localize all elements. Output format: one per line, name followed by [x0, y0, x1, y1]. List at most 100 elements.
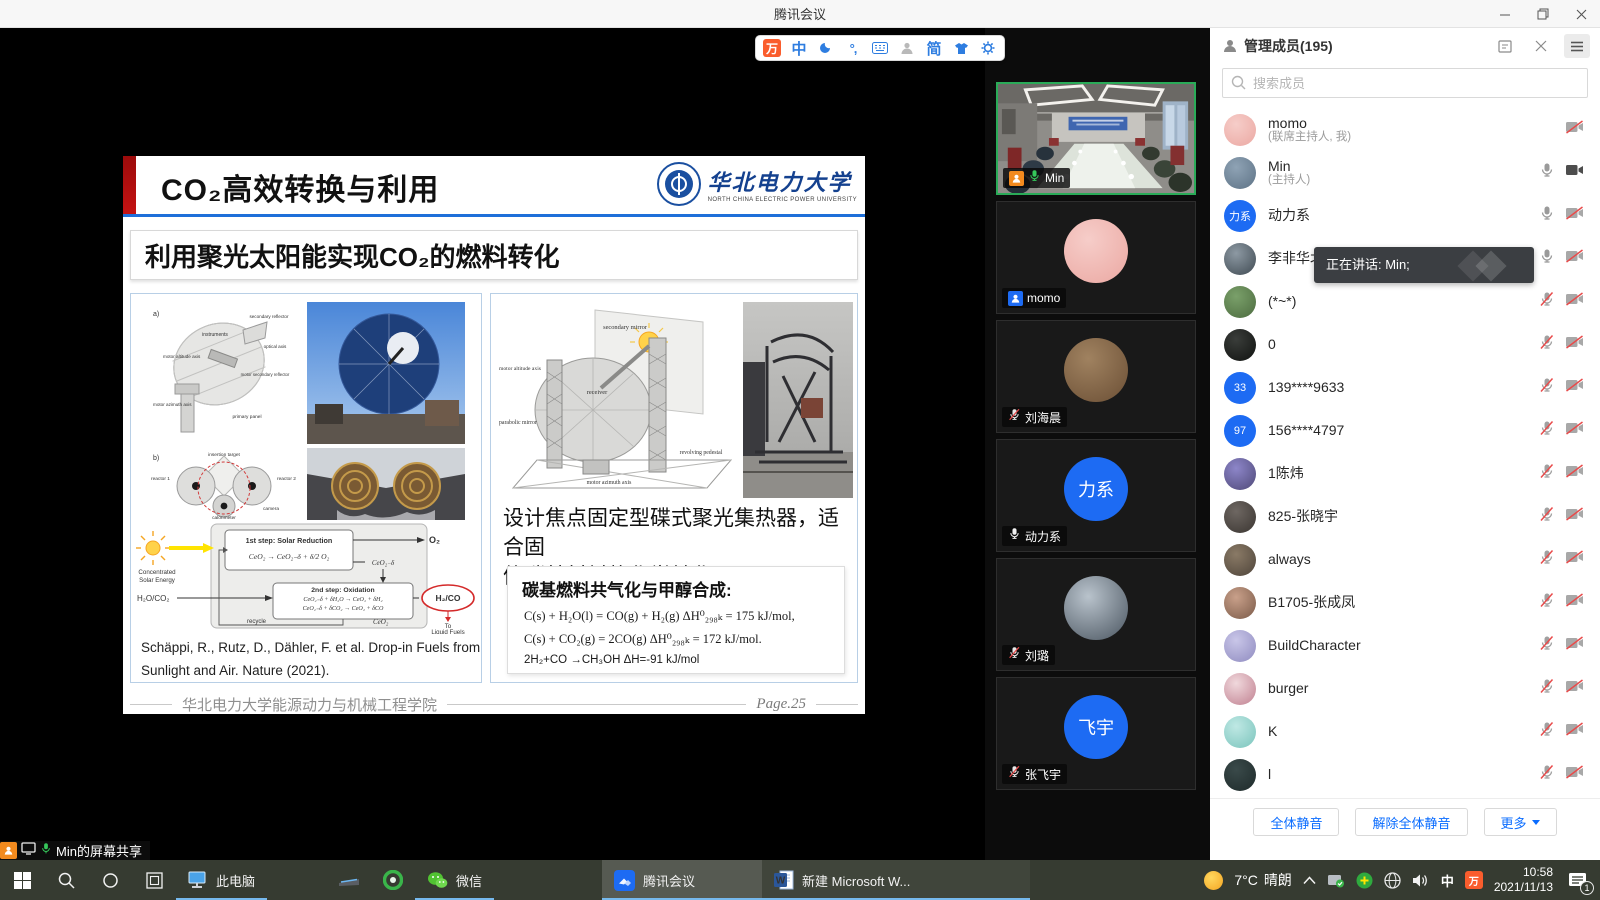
unmute-all-button[interactable]: 解除全体静音 [1355, 808, 1467, 836]
member-camera-icon[interactable] [1565, 206, 1584, 225]
member-row[interactable]: 力系 动力系 [1210, 194, 1600, 237]
member-row[interactable]: 33 139****9633 [1210, 366, 1600, 409]
member-camera-icon[interactable] [1565, 120, 1584, 139]
ime-account-icon[interactable] [898, 39, 916, 57]
member-mic-icon[interactable] [1539, 248, 1555, 269]
close-button[interactable] [1562, 0, 1600, 28]
taskbar-search-icon[interactable] [44, 860, 88, 900]
video-tile[interactable]: 刘海晨 [996, 320, 1196, 433]
video-tile[interactable]: 飞宇 张飞宇 [996, 677, 1196, 790]
restore-button[interactable] [1524, 0, 1562, 28]
panel-menu-icon[interactable] [1564, 34, 1590, 58]
participants-title: 管理成员(195) [1244, 36, 1333, 56]
member-mic-icon[interactable] [1539, 334, 1555, 355]
tray-expand-chevron-icon[interactable] [1303, 876, 1316, 885]
member-mic-icon[interactable] [1539, 420, 1555, 441]
member-mic-icon[interactable] [1539, 291, 1555, 312]
member-row[interactable]: K [1210, 710, 1600, 753]
browser-360-icon[interactable] [371, 860, 415, 900]
member-row[interactable]: B1705-张成凤 [1210, 581, 1600, 624]
member-row[interactable]: 97 156****4797 [1210, 409, 1600, 452]
member-camera-icon[interactable] [1565, 550, 1584, 569]
dish-concentrator-diagram: secondary mirror motor altitude axis rec… [497, 302, 739, 498]
member-mic-icon[interactable] [1539, 549, 1555, 570]
more-button[interactable]: 更多 [1484, 808, 1557, 836]
taskbar-word[interactable]: W 新建 Microsoft W... [762, 860, 1030, 900]
search-members-input[interactable] [1222, 68, 1588, 98]
member-camera-icon[interactable] [1565, 378, 1584, 397]
video-tile[interactable]: Min [996, 82, 1196, 195]
member-camera-icon[interactable] [1565, 765, 1584, 784]
member-camera-icon[interactable] [1565, 636, 1584, 655]
ime-punctuation-icon[interactable]: °, [844, 39, 862, 57]
member-mic-icon[interactable] [1539, 678, 1555, 699]
member-mic-icon[interactable] [1539, 592, 1555, 613]
green-plus-tray-icon[interactable] [1356, 872, 1373, 889]
member-mic-icon[interactable] [1539, 205, 1555, 226]
volume-tray-icon[interactable] [1412, 873, 1430, 888]
video-tile[interactable]: momo [996, 201, 1196, 314]
cortana-icon[interactable] [88, 860, 132, 900]
ime-simplified-icon[interactable]: 简 [925, 39, 943, 57]
svg-text:receiver: receiver [587, 389, 608, 396]
taskbar-tencent-meeting[interactable]: 腾讯会议 [602, 860, 762, 900]
mute-all-button[interactable]: 全体静音 [1253, 808, 1339, 836]
member-row[interactable]: momo (联席主持人, 我) [1210, 108, 1600, 151]
member-camera-icon[interactable] [1565, 593, 1584, 612]
close-panel-icon[interactable] [1528, 34, 1554, 58]
member-row[interactable]: BuildCharacter [1210, 624, 1600, 667]
network-globe-tray-icon[interactable] [1384, 872, 1401, 889]
ime-toolbar[interactable]: 万 中 °, 简 [755, 35, 1005, 61]
member-row[interactable]: 0 [1210, 323, 1600, 366]
ime-skin-icon[interactable] [952, 39, 970, 57]
member-camera-icon[interactable] [1565, 679, 1584, 698]
weather-widget[interactable]: 7°C晴朗 [1234, 870, 1292, 890]
member-row[interactable]: l [1210, 753, 1600, 796]
member-row[interactable]: burger [1210, 667, 1600, 710]
member-mic-icon[interactable] [1539, 377, 1555, 398]
member-row[interactable]: 1陈炜 [1210, 452, 1600, 495]
task-view-icon[interactable] [132, 860, 176, 900]
member-mic-icon[interactable] [1539, 506, 1555, 527]
ime-indicator[interactable]: 中 [1441, 871, 1454, 890]
video-tile[interactable]: 刘璐 [996, 558, 1196, 671]
member-mic-icon[interactable] [1539, 463, 1555, 484]
ime-settings-gear-icon[interactable] [979, 39, 997, 57]
member-camera-icon[interactable] [1565, 464, 1584, 483]
member-camera-icon[interactable] [1565, 722, 1584, 741]
member-camera-icon[interactable] [1565, 249, 1584, 268]
ime-chinese-mode-icon[interactable]: 中 [790, 39, 808, 57]
popout-panel-icon[interactable] [1492, 34, 1518, 58]
action-center-icon[interactable]: 1 [1564, 867, 1590, 893]
member-row[interactable]: 825-张晓宇 [1210, 495, 1600, 538]
taskbar-clock[interactable]: 10:58 2021/11/13 [1494, 865, 1553, 895]
minimize-button[interactable] [1486, 0, 1524, 28]
ime-fullhalf-moon-icon[interactable] [817, 39, 835, 57]
security-tray-icon[interactable] [1327, 873, 1345, 888]
video-tile[interactable]: 力系 动力系 [996, 439, 1196, 552]
member-camera-icon[interactable] [1565, 421, 1584, 440]
scanner-app-icon[interactable] [327, 860, 371, 900]
taskbar-this-pc[interactable]: 此电脑 [176, 860, 267, 900]
slide-footer-school: 华北电力大学能源动力与机械工程学院 [182, 694, 437, 715]
member-row[interactable]: Min (主持人) [1210, 151, 1600, 194]
member-camera-icon[interactable] [1565, 335, 1584, 354]
start-button[interactable] [0, 860, 44, 900]
member-mic-icon[interactable] [1539, 721, 1555, 742]
member-row[interactable]: (*~*) [1210, 280, 1600, 323]
member-name: 825-张晓宇 [1268, 508, 1338, 524]
member-camera-icon[interactable] [1565, 292, 1584, 311]
member-row[interactable]: always [1210, 538, 1600, 581]
weather-sun-icon[interactable] [1204, 871, 1223, 890]
sogou-logo-icon[interactable]: 万 [763, 39, 781, 57]
member-name: burger [1268, 680, 1308, 696]
slide-right-panel: secondary mirror motor altitude axis rec… [490, 293, 858, 683]
member-mic-icon[interactable] [1539, 635, 1555, 656]
member-camera-icon[interactable] [1565, 163, 1584, 182]
member-mic-icon[interactable] [1539, 764, 1555, 785]
sogou-tray-icon[interactable]: 万 [1465, 871, 1483, 889]
taskbar-wechat[interactable]: 微信 [415, 860, 494, 900]
member-mic-icon[interactable] [1539, 162, 1555, 183]
ime-keyboard-icon[interactable] [871, 39, 889, 57]
member-camera-icon[interactable] [1565, 507, 1584, 526]
